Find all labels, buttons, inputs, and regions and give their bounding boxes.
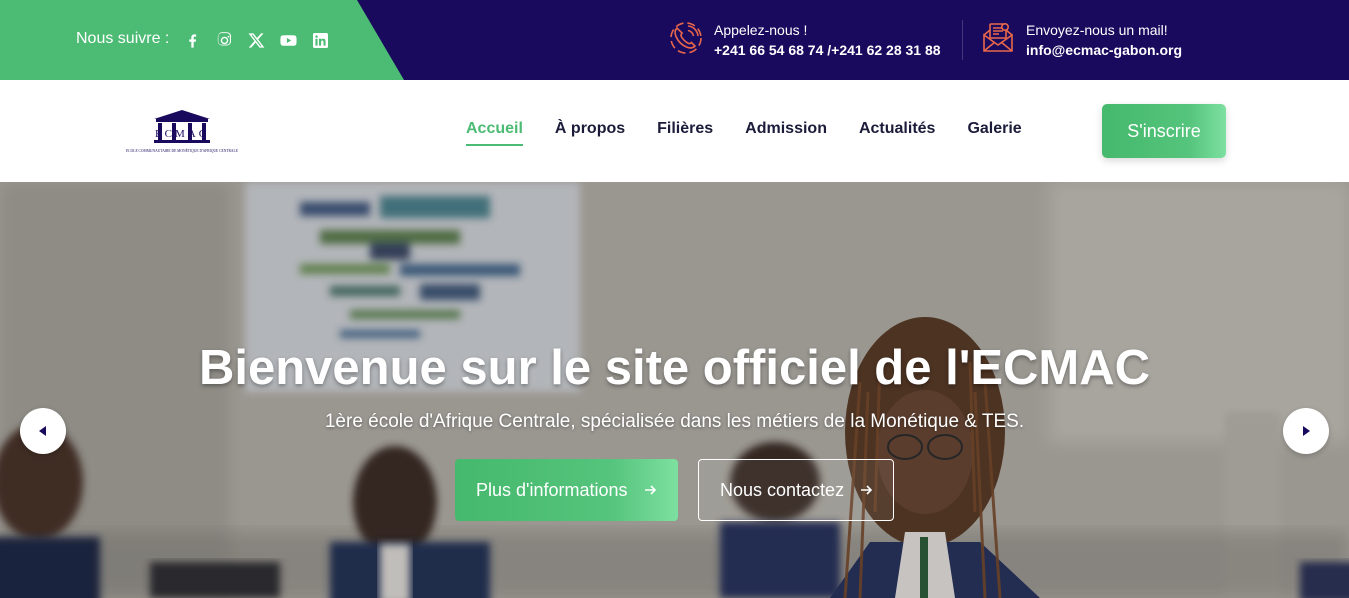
arrow-right-icon (642, 482, 658, 498)
youtube-icon[interactable] (278, 30, 298, 50)
phone-contact[interactable]: Appelez-nous ! +241 66 54 68 74 /+241 62… (668, 20, 941, 60)
phone-title: Appelez-nous ! (714, 22, 808, 38)
nav-actualites[interactable]: Actualités (859, 120, 935, 146)
arrow-right-icon (858, 482, 874, 498)
more-info-label: Plus d'informations (476, 479, 628, 500)
mail-title: Envoyez-nous un mail! (1026, 22, 1168, 38)
contact-divider (962, 20, 963, 60)
ecmac-logo[interactable]: ECMAC ECOLE COMMUNAUTAIRE DE MONÉTIQUE D… (120, 108, 244, 156)
mail-icon (983, 22, 1013, 52)
logo-subtitle: ECOLE COMMUNAUTAIRE DE MONÉTIQUE D'AFRIQ… (126, 148, 239, 153)
follow-label: Nous suivre : (76, 30, 170, 47)
caret-left-icon (39, 426, 46, 436)
top-bar: Nous suivre : Appelez-nous ! +241 66 54 … (0, 0, 1349, 80)
phone-number: +241 66 54 68 74 /+241 62 28 31 88 (714, 42, 941, 58)
logo-text: ECMAC (155, 128, 209, 140)
hero-title: Bienvenue sur le site officiel de l'ECMA… (198, 341, 1151, 395)
signup-button[interactable]: S'inscrire (1102, 104, 1226, 158)
nav-admission[interactable]: Admission (745, 120, 827, 146)
phone-icon (670, 22, 702, 54)
nav-a-propos[interactable]: À propos (555, 120, 625, 146)
hero-slider: Bienvenue sur le site officiel de l'ECMA… (0, 182, 1349, 598)
nav-galerie[interactable]: Galerie (967, 120, 1021, 146)
contact-label: Nous contactez (720, 479, 845, 500)
main-nav: Accueil À propos Filières Admission Actu… (466, 120, 1054, 146)
facebook-icon[interactable] (182, 30, 202, 50)
mail-address: info@ecmac-gabon.org (1026, 42, 1182, 58)
contact-button[interactable]: Nous contactez (698, 459, 894, 521)
x-twitter-icon[interactable] (246, 30, 266, 50)
main-header: ECMAC ECOLE COMMUNAUTAIRE DE MONÉTIQUE D… (0, 80, 1349, 182)
mail-contact[interactable]: Envoyez-nous un mail! info@ecmac-gabon.o… (980, 20, 1182, 60)
social-links (182, 30, 330, 50)
nav-accueil[interactable]: Accueil (466, 120, 523, 146)
linkedin-icon[interactable] (310, 30, 330, 50)
slider-prev-button[interactable] (20, 408, 66, 454)
more-info-button[interactable]: Plus d'informations (455, 459, 678, 521)
caret-right-icon (1303, 426, 1310, 436)
instagram-icon[interactable] (214, 30, 234, 50)
nav-filieres[interactable]: Filières (657, 120, 713, 146)
slider-next-button[interactable] (1283, 408, 1329, 454)
hero-subtitle: 1ère école d'Afrique Centrale, spécialis… (324, 411, 1025, 432)
